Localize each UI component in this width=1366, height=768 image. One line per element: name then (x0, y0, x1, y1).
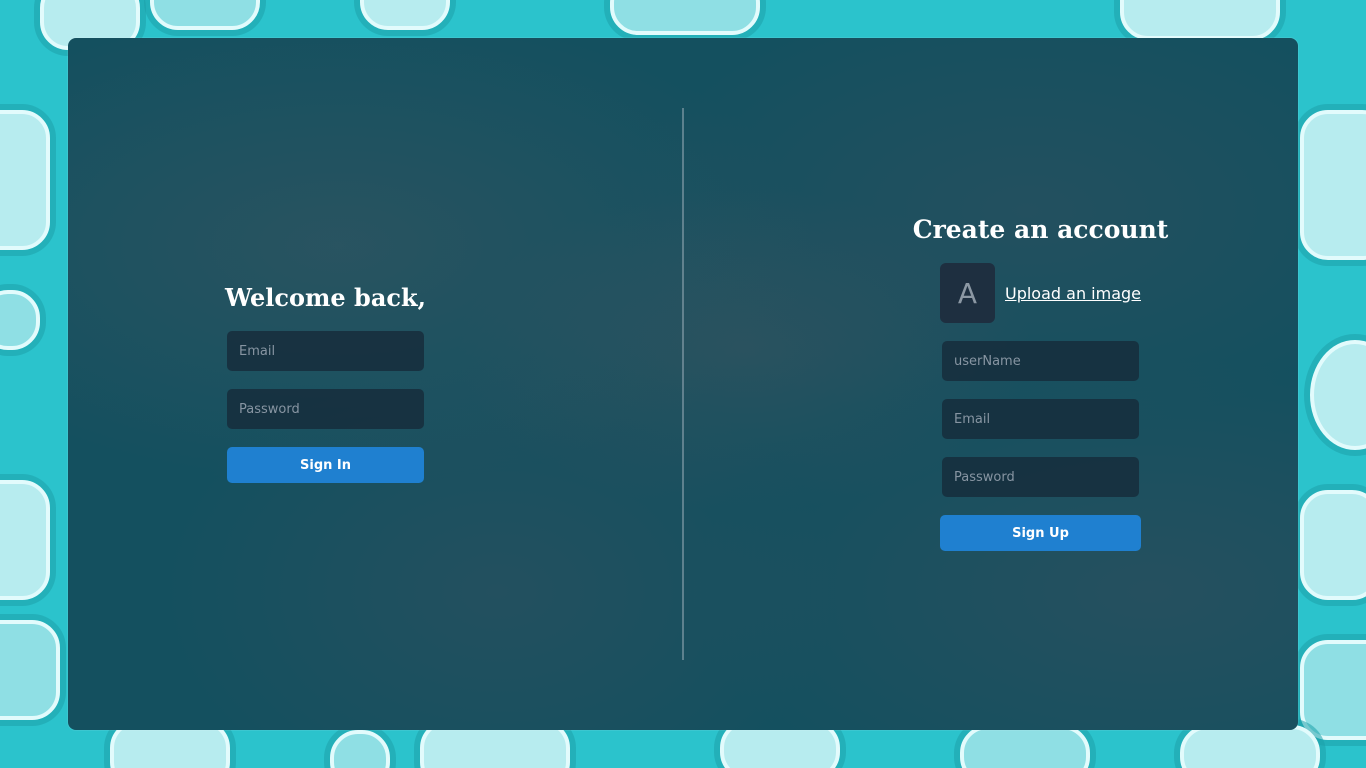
register-username-input[interactable] (942, 341, 1139, 381)
login-form: Welcome back, Sign In (225, 281, 426, 483)
background-bubble (1300, 490, 1366, 600)
section-divider (682, 108, 684, 660)
sign-in-button[interactable]: Sign In (227, 447, 424, 483)
background-bubble (1120, 0, 1280, 40)
avatar-upload-row: A Upload an image (940, 263, 1141, 323)
login-title: Welcome back, (225, 283, 426, 312)
background-bubble (360, 0, 450, 30)
register-password-input[interactable] (942, 457, 1139, 497)
background-bubble (330, 730, 390, 768)
avatar-placeholder[interactable]: A (940, 263, 995, 323)
background-bubble (1180, 725, 1320, 768)
register-email-input[interactable] (942, 399, 1139, 439)
background-bubble (0, 480, 50, 600)
register-form: Create an account A Upload an image Sign… (913, 213, 1168, 551)
upload-image-link[interactable]: Upload an image (1005, 284, 1141, 303)
background-bubble (0, 110, 50, 250)
auth-card: Welcome back, Sign In Create an account … (68, 38, 1298, 730)
background-bubble (1300, 110, 1366, 260)
login-password-input[interactable] (227, 389, 424, 429)
background-bubble (0, 620, 60, 720)
register-title: Create an account (912, 215, 1169, 244)
background-bubble (1300, 640, 1366, 740)
background-bubble (0, 290, 40, 350)
sign-up-button[interactable]: Sign Up (940, 515, 1141, 551)
background-bubble (960, 725, 1090, 768)
login-email-input[interactable] (227, 331, 424, 371)
background-bubble (1310, 340, 1366, 450)
background-bubble (150, 0, 260, 30)
background-bubble (610, 0, 760, 35)
